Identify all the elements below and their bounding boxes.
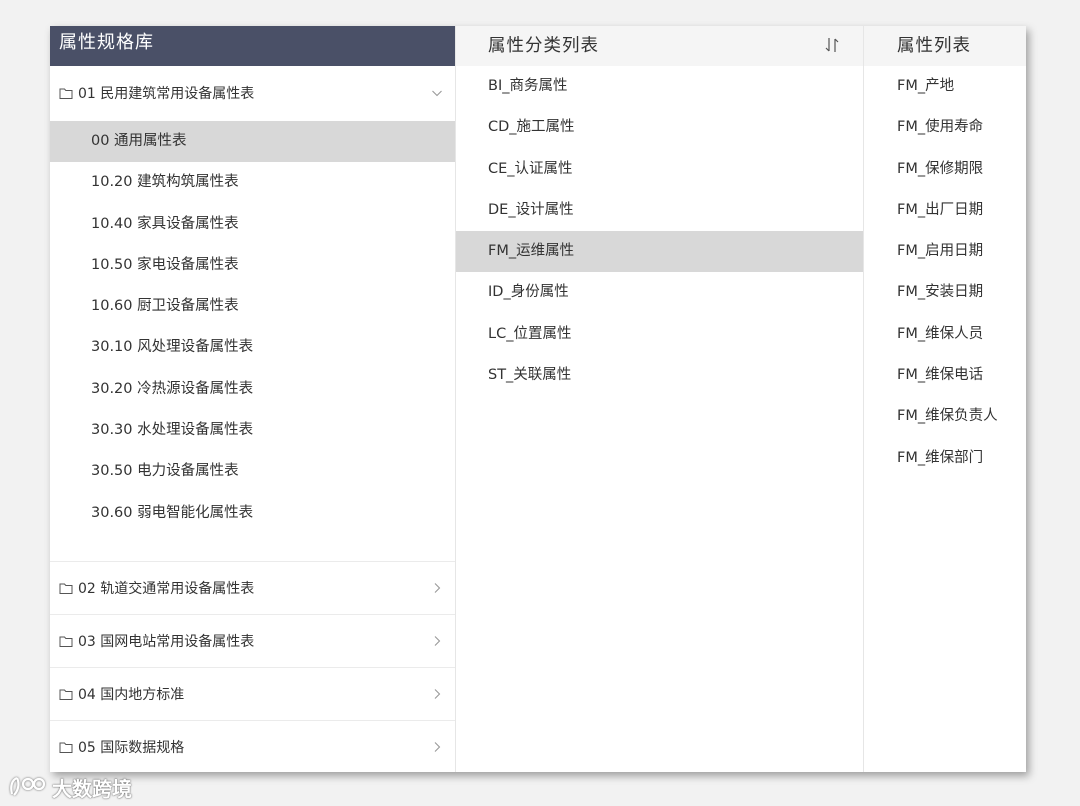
group-label: 02 轨道交通常用设备属性表 (78, 581, 255, 597)
group-rail-transit[interactable]: 02 轨道交通常用设备属性表 (50, 561, 455, 614)
chevron-right-icon[interactable] (431, 741, 443, 753)
group-label: 03 国网电站常用设备属性表 (78, 634, 255, 650)
table-item-low-voltage[interactable]: 30.60 弱电智能化属性表 (50, 493, 455, 534)
property-item-installation-date[interactable]: FM_安装日期 (864, 272, 1026, 313)
watermark: 大数跨境 (8, 772, 132, 802)
group-label: 04 国内地方标准 (78, 687, 185, 703)
group-power-station[interactable]: 03 国网电站常用设备属性表 (50, 614, 455, 667)
category-item-certification[interactable]: CE_认证属性 (456, 149, 863, 190)
brand-logo-icon (10, 776, 46, 796)
group-label: 01 民用建筑常用设备属性表 (78, 86, 255, 102)
category-item-location[interactable]: LC_位置属性 (456, 314, 863, 355)
chevron-right-icon[interactable] (431, 688, 443, 700)
property-item-manufacture-date[interactable]: FM_出厂日期 (864, 190, 1026, 231)
category-list-column: 属性分类列表 BI_商务属性 CD_施工属性 CE_认证属性 DE_设计属性 F… (456, 26, 864, 772)
spec-library-title: 属性规格库 (50, 26, 455, 66)
table-item-appliance[interactable]: 10.50 家电设备属性表 (50, 245, 455, 286)
folder-icon (59, 742, 73, 753)
group-international-specs[interactable]: 05 国际数据规格 (50, 720, 455, 772)
property-item-origin[interactable]: FM_产地 (864, 66, 1026, 107)
folder-icon (59, 88, 73, 99)
civil-building-table-list: 00 通用属性表 10.20 建筑构筑属性表 10.40 家具设备属性表 10.… (50, 120, 455, 561)
chevron-right-icon[interactable] (431, 582, 443, 594)
watermark-text: 大数跨境 (52, 776, 132, 801)
group-domestic-local-standards[interactable]: 04 国内地方标准 (50, 667, 455, 720)
chevron-right-icon[interactable] (431, 635, 443, 647)
property-item-maintenance-staff[interactable]: FM_维保人员 (864, 314, 1026, 355)
category-list-header: 属性分类列表 (456, 26, 863, 66)
table-item-furniture[interactable]: 10.40 家具设备属性表 (50, 204, 455, 245)
category-item-relation[interactable]: ST_关联属性 (456, 355, 863, 396)
table-item-air-handling[interactable]: 30.10 风处理设备属性表 (50, 327, 455, 368)
table-item-cooling-heating[interactable]: 30.20 冷热源设备属性表 (50, 369, 455, 410)
table-item-kitchen-bath[interactable]: 10.60 厨卫设备属性表 (50, 286, 455, 327)
property-library-panel: 属性规格库 01 民用建筑常用设备属性表 00 通用属性表 10.20 建筑构筑… (50, 26, 1026, 772)
folder-icon (59, 636, 73, 647)
table-item-general[interactable]: 00 通用属性表 (50, 121, 455, 163)
category-item-business[interactable]: BI_商务属性 (456, 66, 863, 107)
table-item-water-treatment[interactable]: 30.30 水处理设备属性表 (50, 410, 455, 451)
category-item-operations[interactable]: FM_运维属性 (456, 231, 863, 273)
property-item-maintenance-phone[interactable]: FM_维保电话 (864, 355, 1026, 396)
folder-icon (59, 583, 73, 594)
sort-icon[interactable] (823, 36, 841, 54)
spec-library-column: 属性规格库 01 民用建筑常用设备属性表 00 通用属性表 10.20 建筑构筑… (50, 26, 456, 772)
property-item-maintenance-dept[interactable]: FM_维保部门 (864, 438, 1026, 479)
property-item-service-life[interactable]: FM_使用寿命 (864, 107, 1026, 148)
category-list: BI_商务属性 CD_施工属性 CE_认证属性 DE_设计属性 FM_运维属性 … (456, 66, 863, 396)
category-item-design[interactable]: DE_设计属性 (456, 190, 863, 231)
property-item-activation-date[interactable]: FM_启用日期 (864, 231, 1026, 272)
folder-icon (59, 689, 73, 700)
category-list-title: 属性分类列表 (488, 36, 599, 56)
table-item-power[interactable]: 30.50 电力设备属性表 (50, 451, 455, 492)
chevron-down-icon[interactable] (431, 87, 443, 99)
group-label: 05 国际数据规格 (78, 740, 185, 756)
property-item-maintenance-lead[interactable]: FM_维保负责人 (864, 396, 1026, 437)
group-civil-building[interactable]: 01 民用建筑常用设备属性表 (50, 66, 455, 120)
property-list-title: 属性列表 (864, 26, 1026, 66)
table-item-building-structure[interactable]: 10.20 建筑构筑属性表 (50, 162, 455, 203)
property-item-warranty-period[interactable]: FM_保修期限 (864, 149, 1026, 190)
category-item-identity[interactable]: ID_身份属性 (456, 272, 863, 313)
property-list: FM_产地 FM_使用寿命 FM_保修期限 FM_出厂日期 FM_启用日期 FM… (864, 66, 1026, 479)
property-list-column: 属性列表 FM_产地 FM_使用寿命 FM_保修期限 FM_出厂日期 FM_启用… (864, 26, 1026, 772)
category-item-construction[interactable]: CD_施工属性 (456, 107, 863, 148)
